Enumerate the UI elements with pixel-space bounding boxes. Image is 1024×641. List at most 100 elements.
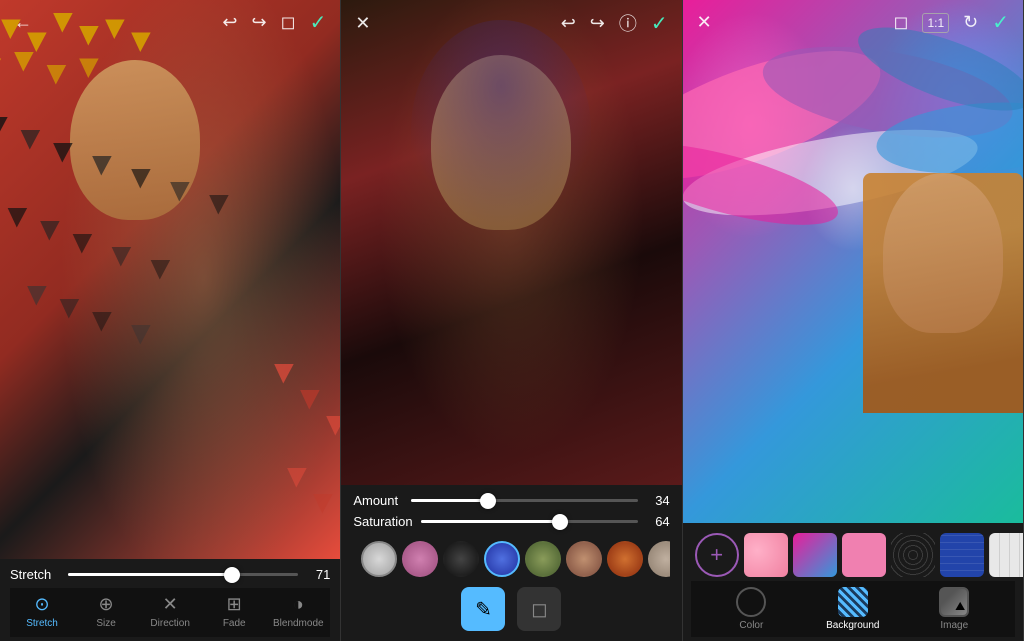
face-overlay	[70, 60, 200, 220]
panel3-topbar: ✕ ◻ 1:1 ↻ ✓	[683, 0, 1023, 45]
color-tab-icon	[736, 587, 766, 617]
swatch-pink[interactable]	[402, 541, 438, 577]
tool-size[interactable]: ⊕ Size	[74, 594, 138, 629]
stretch-icon: ⊙	[34, 594, 49, 615]
panel2-controls: Amount 34 Saturation 64	[341, 485, 681, 641]
direction-tool-label: Direction	[150, 618, 189, 629]
tool-blendmode[interactable]: ◑ Blendmode	[266, 594, 330, 629]
panel3-tab-bar: Color Background Image	[691, 581, 1015, 637]
subject-face	[883, 173, 1003, 333]
swatch-blue[interactable]	[484, 541, 520, 577]
panel3-photo	[683, 0, 1023, 523]
brush-button[interactable]: ✎	[461, 587, 505, 631]
saturation-track[interactable]	[421, 520, 638, 523]
tool-stretch[interactable]: ⊙ Stretch	[10, 594, 74, 629]
saturation-fill	[421, 520, 560, 523]
eraser-button[interactable]: ◻	[517, 587, 561, 631]
saturation-label: Saturation	[353, 514, 412, 529]
swatch-olive[interactable]	[525, 541, 561, 577]
color-tab-label: Color	[739, 620, 763, 631]
panel3-image	[683, 0, 1023, 523]
tool-fade[interactable]: ⊞ Fade	[202, 594, 266, 629]
amount-thumb[interactable]	[480, 493, 496, 509]
panel3-controls: + Color Background Image	[683, 523, 1023, 641]
blendmode-tool-label: Blendmode	[273, 618, 324, 629]
panel1-photo	[0, 0, 340, 559]
panel2-info-button[interactable]: ⓘ	[619, 10, 637, 36]
swatch-orange[interactable]	[607, 541, 643, 577]
stretch-thumb[interactable]	[224, 567, 240, 583]
panel3-eraser-button[interactable]: ◻	[893, 12, 908, 33]
background-tab-label: Background	[826, 620, 879, 631]
panel3-ratio-button[interactable]: 1:1	[922, 13, 949, 33]
panel1-topbar-right: ↩ ↪ ◻ ✓	[222, 10, 326, 35]
bg-thumb-5[interactable]	[940, 533, 984, 577]
stretch-track[interactable]	[68, 573, 298, 576]
subject-overlay	[863, 173, 1023, 413]
amount-slider-row: Amount 34	[353, 493, 669, 508]
panel2-topbar-right: ↩ ↪ ⓘ ✓	[561, 10, 668, 36]
saturation-thumb[interactable]	[552, 514, 568, 530]
panel1-image	[0, 0, 340, 559]
size-icon: ⊕	[99, 594, 114, 615]
stretch-tool-label: Stretch	[26, 618, 58, 629]
fade-icon: ⊞	[227, 594, 242, 615]
color-swatches	[353, 537, 669, 581]
panel2-undo-button[interactable]: ↩	[561, 13, 576, 34]
panel2-photo	[341, 0, 681, 485]
panel3-topbar-right: ◻ 1:1 ↻ ✓	[893, 10, 1009, 35]
amount-fill	[411, 499, 488, 502]
swatch-beige[interactable]	[648, 541, 669, 577]
panel-2: ✕ ↩ ↪ ⓘ ✓ Amount 34	[341, 0, 682, 641]
bg-thumbnails-row: +	[691, 529, 1015, 581]
check-button[interactable]: ✓	[310, 10, 327, 35]
panel1-topbar: ← ↩ ↪ ◻ ✓	[0, 0, 340, 45]
saturation-slider-row: Saturation 64	[353, 514, 669, 529]
panel2-close-button[interactable]: ✕	[355, 13, 370, 34]
panel1-controls: Stretch 71 ⊙ Stretch ⊕ Size ✕ Direction …	[0, 559, 340, 641]
amount-track[interactable]	[411, 499, 637, 502]
swatch-brown[interactable]	[566, 541, 602, 577]
bg-thumb-1[interactable]	[744, 533, 788, 577]
action-buttons: ✎ ◻	[353, 581, 669, 637]
size-tool-label: Size	[96, 618, 115, 629]
panel2-sliders: Amount 34 Saturation 64	[353, 493, 669, 529]
bg-thumb-2[interactable]	[793, 533, 837, 577]
amount-label: Amount	[353, 493, 403, 508]
stretch-label: Stretch	[10, 567, 60, 582]
image-tab-icon	[939, 587, 969, 617]
bg-thumb-3[interactable]	[842, 533, 886, 577]
amount-value: 34	[646, 493, 670, 508]
bg-thumb-4[interactable]	[891, 533, 935, 577]
redo-button[interactable]: ↪	[252, 12, 267, 33]
blendmode-icon: ◑	[293, 594, 304, 615]
saturation-value: 64	[646, 514, 670, 529]
panel1-toolbar: ⊙ Stretch ⊕ Size ✕ Direction ⊞ Fade ◑ Bl…	[10, 588, 330, 637]
swatch-silver[interactable]	[361, 541, 397, 577]
swatch-black[interactable]	[443, 541, 479, 577]
add-background-button[interactable]: +	[695, 533, 739, 577]
panel3-rotate-button[interactable]: ↻	[963, 12, 978, 33]
panel3-check-button[interactable]: ✓	[992, 10, 1009, 35]
direction-icon: ✕	[163, 594, 178, 615]
stretch-fill	[68, 573, 232, 576]
tab-image[interactable]: Image	[904, 587, 1005, 631]
tool-direction[interactable]: ✕ Direction	[138, 594, 202, 629]
tab-background[interactable]: Background	[802, 587, 903, 631]
panel-3: ✕ ◻ 1:1 ↻ ✓	[683, 0, 1024, 641]
bg-thumb-6[interactable]	[989, 533, 1024, 577]
stretch-value: 71	[306, 567, 330, 582]
undo-button[interactable]: ↩	[222, 12, 237, 33]
back-button[interactable]: ←	[14, 12, 32, 33]
panel2-redo-button[interactable]: ↪	[590, 13, 605, 34]
background-tab-icon	[838, 587, 868, 617]
panel3-close-button[interactable]: ✕	[697, 12, 712, 33]
panel2-topbar: ✕ ↩ ↪ ⓘ ✓	[341, 0, 681, 46]
panel2-image	[341, 0, 681, 485]
eraser-icon[interactable]: ◻	[281, 12, 296, 33]
image-tab-label: Image	[940, 620, 968, 631]
panel2-check-button[interactable]: ✓	[651, 11, 668, 36]
face-overlay-2	[431, 55, 571, 230]
panel-1: ← ↩ ↪ ◻ ✓	[0, 0, 341, 641]
tab-color[interactable]: Color	[701, 587, 802, 631]
